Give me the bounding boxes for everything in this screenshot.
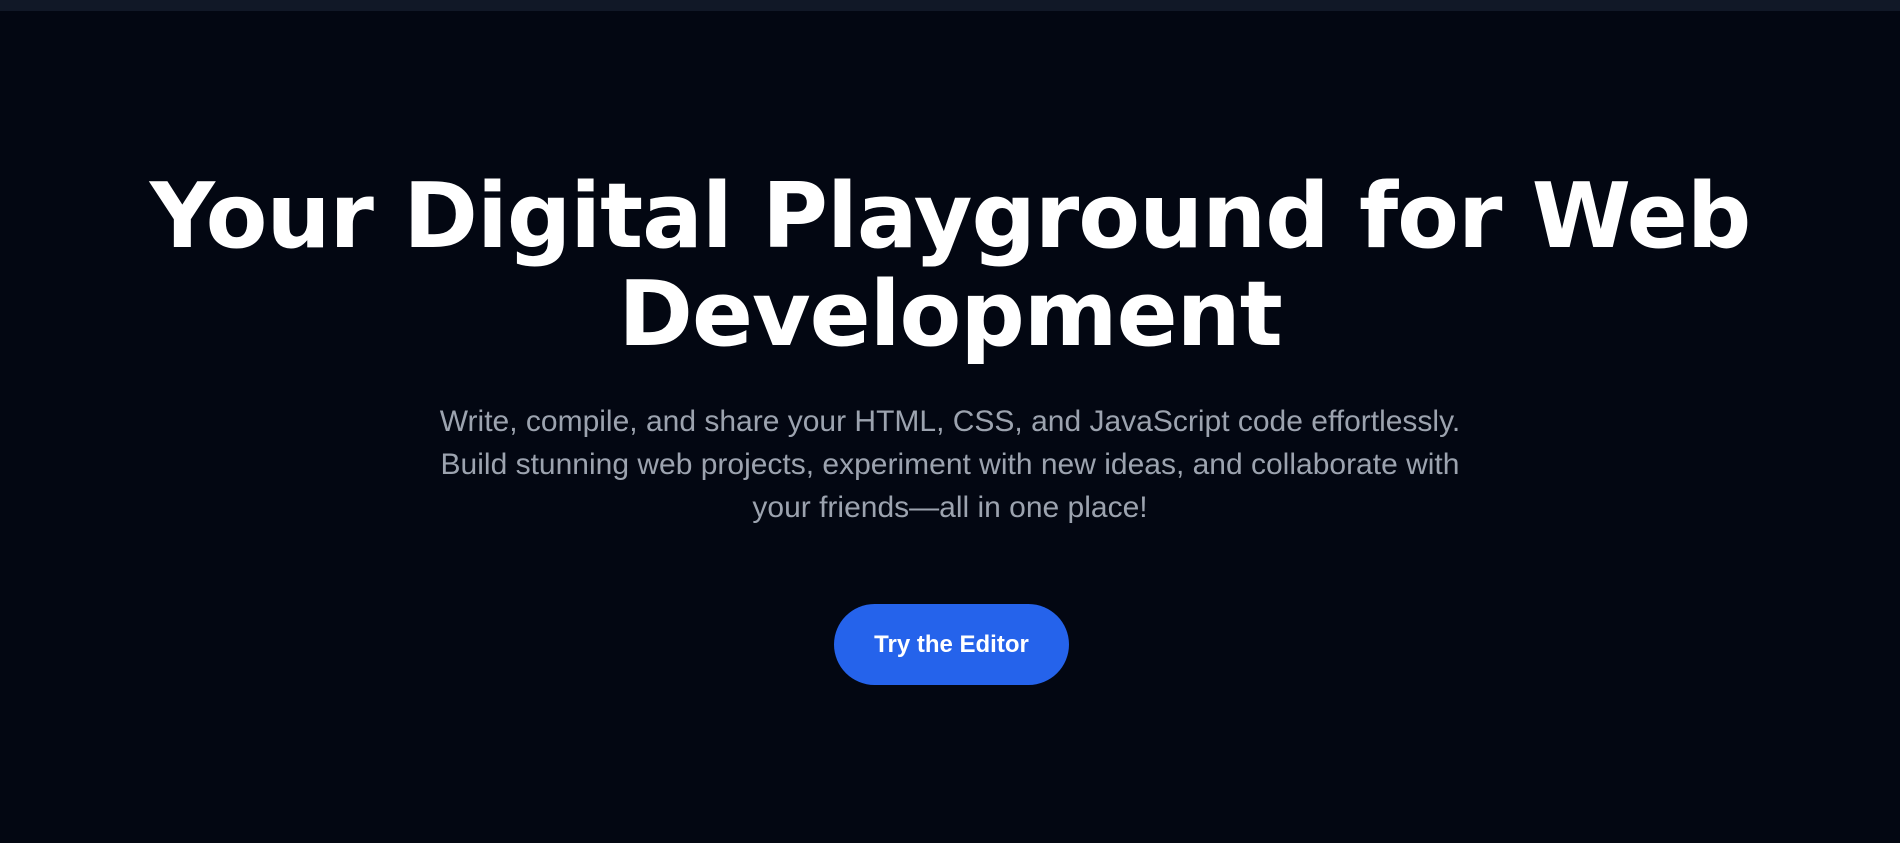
hero-subtitle: Write, compile, and share your HTML, CSS… xyxy=(439,405,1461,524)
hero-title: Your Digital Playground for Web Developm… xyxy=(149,164,1752,367)
try-editor-button[interactable]: Try the Editor xyxy=(834,604,1069,685)
hero-section: Your Digital Playground for Web Developm… xyxy=(0,0,1900,843)
